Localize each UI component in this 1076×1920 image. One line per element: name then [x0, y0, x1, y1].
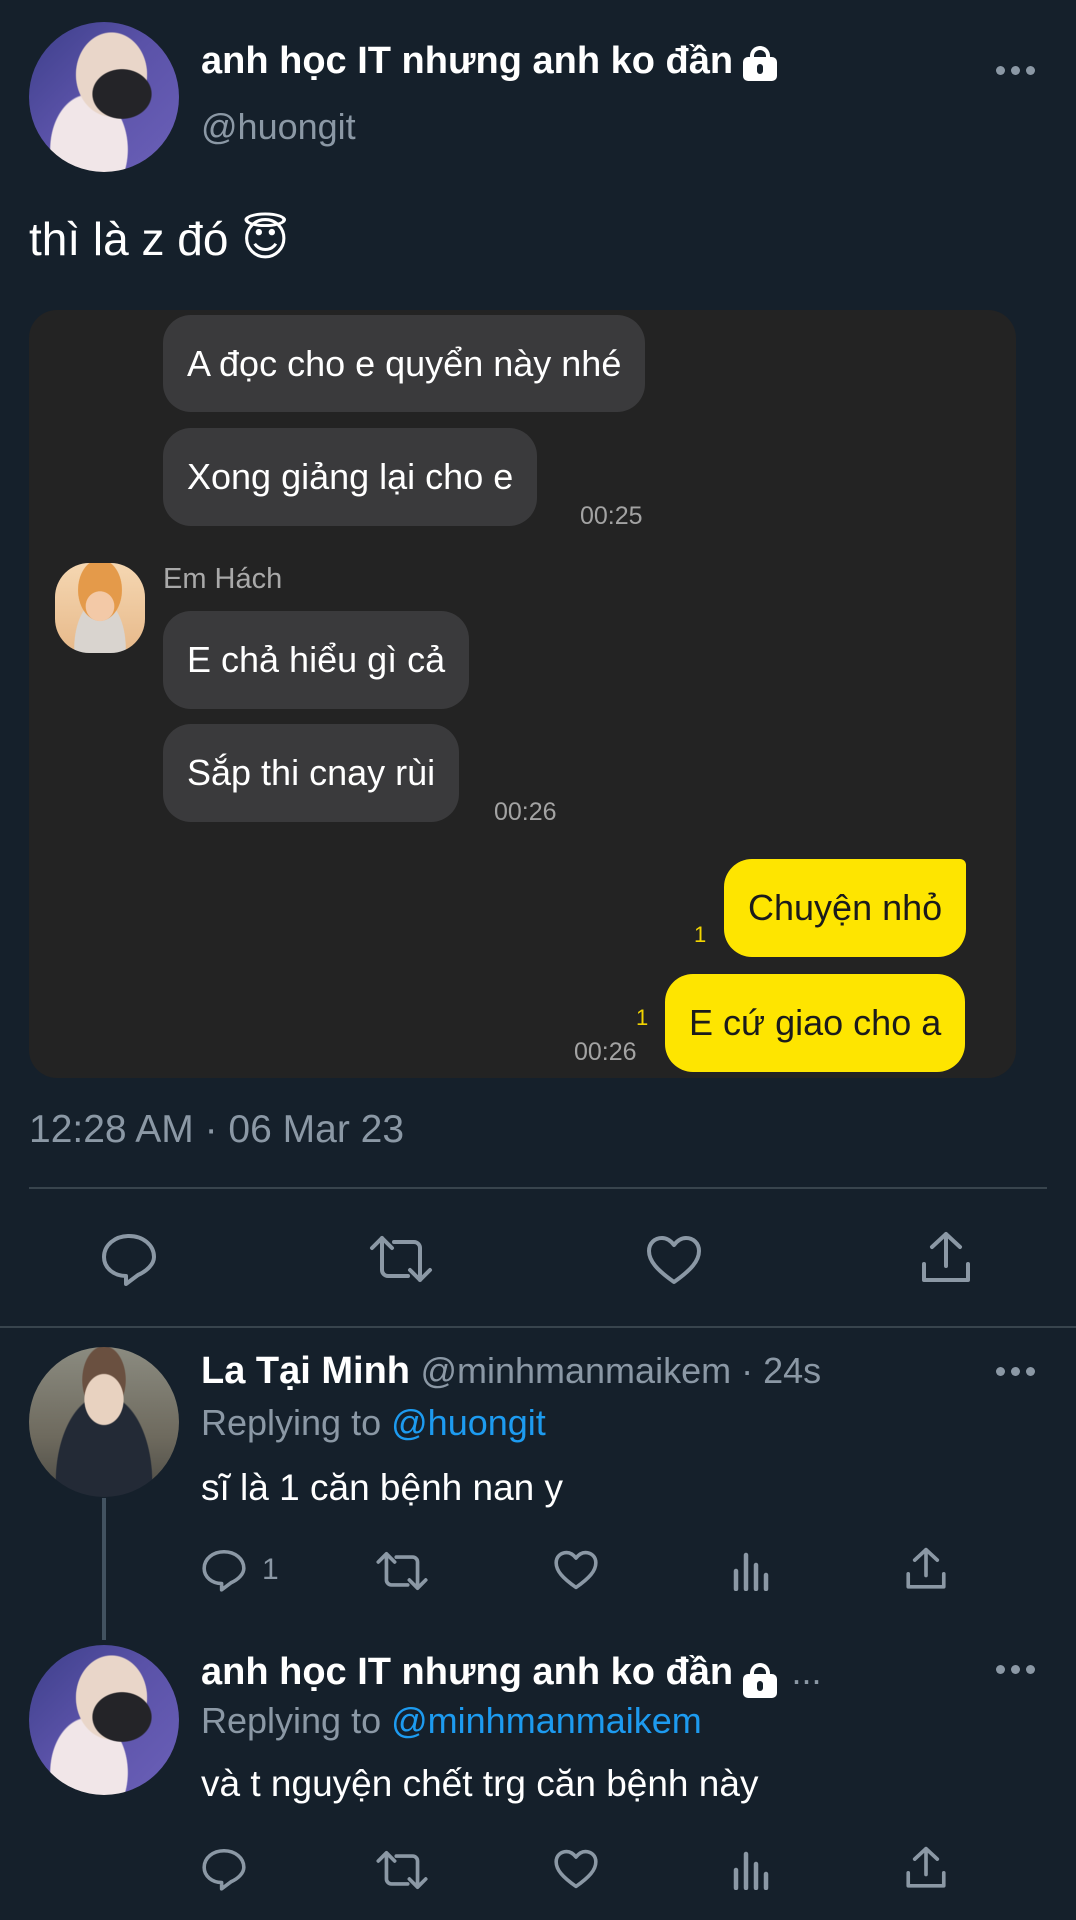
divider: [29, 1187, 1047, 1189]
reply-icon[interactable]: [201, 1548, 247, 1592]
share-icon[interactable]: [905, 1546, 947, 1592]
section-divider: [0, 1326, 1076, 1328]
like-icon[interactable]: [553, 1549, 599, 1591]
reply-author-handle[interactable]: ...: [792, 1651, 822, 1692]
chat-bubble-outgoing: E cứ giao cho a: [665, 974, 966, 1072]
reply-count: 1: [262, 1553, 279, 1586]
more-options-icon[interactable]: [996, 1665, 1036, 1677]
replying-to-label: Replying to: [201, 1402, 382, 1443]
author-name[interactable]: anh học IT nhưng anh ko đần: [201, 40, 779, 83]
analytics-icon[interactable]: [732, 1848, 772, 1890]
chat-time: 00:26: [494, 798, 557, 826]
lock-icon: [741, 44, 779, 82]
sender-avatar: [55, 563, 145, 653]
analytics-icon[interactable]: [732, 1549, 772, 1591]
reply-icon[interactable]: [201, 1847, 247, 1891]
replying-to-label: Replying to: [201, 1700, 382, 1741]
retweet-icon[interactable]: [368, 1234, 434, 1284]
retweet-icon[interactable]: [375, 1849, 429, 1891]
reply-avatar[interactable]: [29, 1347, 179, 1497]
share-icon[interactable]: [920, 1230, 972, 1286]
share-icon[interactable]: [905, 1845, 947, 1891]
reply-author-name[interactable]: anh học IT nhưng anh ko đần: [201, 1651, 733, 1693]
reply-icon[interactable]: [100, 1232, 158, 1286]
more-options-icon[interactable]: [996, 1367, 1036, 1379]
chat-bubble: A đọc cho e quyển này nhé: [163, 315, 646, 412]
chat-time: 00:25: [580, 502, 643, 530]
reply-text: sĩ là 1 căn bệnh nan y: [201, 1467, 564, 1508]
reply-author-handle[interactable]: @minhmanmaikem · 24s: [420, 1350, 821, 1391]
reply-header: anh học IT nhưng anh ko đần ...: [201, 1651, 822, 1699]
author-name-text: anh học IT nhưng anh ko đần: [201, 40, 734, 82]
replying-to: Replying to @huongit: [201, 1402, 546, 1444]
tweet-timestamp: 12:28 AM · 06 Mar 23: [29, 1108, 405, 1151]
reply-author-name[interactable]: La Tại Minh: [201, 1350, 410, 1392]
chat-screenshot-image[interactable]: A đọc cho e quyển này nhé Xong giảng lại…: [29, 310, 1016, 1078]
lock-icon: [741, 1661, 779, 1699]
like-icon[interactable]: [553, 1848, 599, 1890]
chat-bubble: Sắp thi cnay rùi: [163, 724, 460, 822]
replying-to-link[interactable]: @huongit: [391, 1402, 546, 1443]
chat-bubble: E chả hiểu gì cả: [163, 611, 470, 709]
thread-line: [102, 1498, 106, 1640]
like-icon[interactable]: [645, 1234, 703, 1286]
reply-avatar[interactable]: [29, 1645, 179, 1795]
retweet-icon[interactable]: [375, 1550, 429, 1592]
author-avatar[interactable]: [29, 22, 179, 172]
author-handle[interactable]: @huongit: [201, 106, 356, 148]
tweet-text: thì là z đó 😇: [29, 213, 290, 265]
chat-bubble-outgoing: Chuyện nhỏ: [724, 859, 967, 957]
chat-time: 00:26: [574, 1038, 637, 1066]
reply-text: và t nguyện chết trg căn bệnh này: [201, 1763, 759, 1804]
chat-bubble: Xong giảng lại cho e: [163, 428, 538, 526]
replying-to-link[interactable]: @minhmanmaikem: [391, 1700, 702, 1741]
sender-name: Em Hách: [163, 563, 283, 595]
unread-count: 1: [636, 1005, 649, 1030]
reply-header: La Tại Minh @minhmanmaikem · 24s: [201, 1350, 821, 1393]
replying-to: Replying to @minhmanmaikem: [201, 1700, 702, 1742]
more-options-icon[interactable]: [996, 66, 1036, 78]
unread-count: 1: [694, 922, 707, 947]
